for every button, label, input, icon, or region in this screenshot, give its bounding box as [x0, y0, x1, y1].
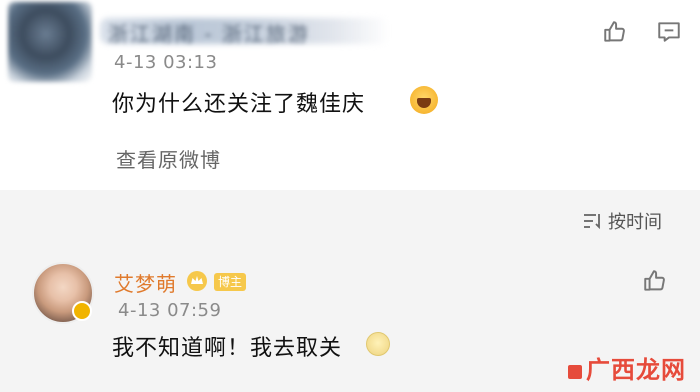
comment-text: 你为什么还关注了魏佳庆 — [112, 92, 366, 117]
view-original-link[interactable]: 查看原微博 — [116, 144, 221, 173]
smile-emoji-icon — [366, 332, 390, 356]
crown-icon — [187, 271, 207, 291]
sort-label: 按时间 — [608, 212, 662, 233]
sort-icon — [584, 214, 600, 230]
reply-button[interactable] — [652, 15, 686, 49]
author-badge: 博主 — [214, 273, 247, 291]
comment-timestamp: 4-13 03:13 — [114, 52, 218, 73]
author-name[interactable]: 浙江湖南 - 浙江旅游 — [108, 18, 310, 47]
watermark-logo-icon — [568, 365, 582, 379]
watermark-text: 广西龙网 — [586, 356, 686, 384]
sort-by-time[interactable]: 按时间 — [582, 208, 662, 234]
like-button[interactable] — [598, 15, 632, 49]
reply-like-button[interactable] — [638, 264, 672, 298]
watermark: 广西龙网 — [568, 350, 686, 385]
thumbs-up-icon — [604, 21, 625, 42]
reply-author-name[interactable]: 艾梦萌 — [114, 268, 177, 297]
thumbs-up-icon — [644, 270, 665, 291]
laugh-emoji-icon — [410, 86, 438, 114]
reply-text: 我不知道啊！我去取关 — [112, 336, 343, 361]
comment-icon — [658, 22, 680, 42]
verified-badge-icon — [72, 301, 92, 321]
reply-timestamp: 4-13 07:59 — [118, 300, 222, 321]
avatar-blurred[interactable] — [8, 2, 92, 82]
